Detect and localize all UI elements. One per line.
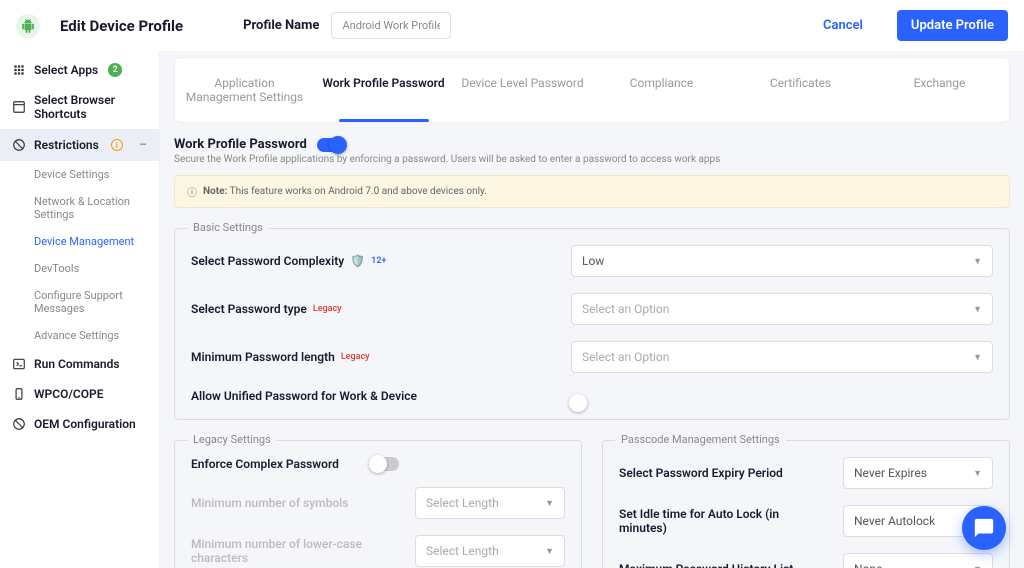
history-select[interactable]: None▼ bbox=[843, 553, 993, 568]
chevron-down-icon: ▼ bbox=[973, 352, 982, 363]
legacy-settings-fieldset: Legacy Settings Enforce Complex Password… bbox=[174, 440, 582, 568]
sidebar-label: OEM Configuration bbox=[34, 417, 136, 431]
tab-certificates[interactable]: Certificates bbox=[731, 58, 870, 122]
note-bar: ⓘ Note: This feature works on Android 7.… bbox=[174, 175, 1010, 208]
legend: Passcode Management Settings bbox=[615, 433, 786, 446]
apps-badge: 2 bbox=[108, 63, 122, 77]
enforce-label: Enforce Complex Password bbox=[191, 457, 371, 471]
device-icon bbox=[12, 387, 26, 401]
complexity-select[interactable]: Low▼ bbox=[571, 245, 993, 277]
expiry-select[interactable]: Never Expires▼ bbox=[843, 457, 993, 489]
legend: Basic Settings bbox=[187, 221, 269, 234]
legend: Legacy Settings bbox=[187, 433, 277, 446]
profile-name-input[interactable] bbox=[331, 12, 451, 39]
expiry-label: Select Password Expiry Period bbox=[619, 466, 799, 480]
tab-work-pwd[interactable]: Work Profile Password bbox=[314, 58, 453, 122]
tab-compliance[interactable]: Compliance bbox=[592, 58, 731, 122]
sidebar-label: WPCO/COPE bbox=[34, 387, 104, 401]
chat-fab[interactable] bbox=[962, 506, 1006, 550]
min-lower-label: Minimum number of lower-case characters bbox=[191, 537, 371, 565]
sidebar-oem[interactable]: OEM Configuration bbox=[0, 409, 159, 439]
header: Edit Device Profile Profile Name Cancel … bbox=[0, 0, 1024, 51]
terminal-icon bbox=[12, 357, 26, 371]
browser-icon bbox=[12, 100, 26, 114]
idle-label: Set Idle time for Auto Lock (in minutes) bbox=[619, 507, 799, 535]
legacy-tag: Legacy bbox=[313, 304, 342, 314]
profile-name-label: Profile Name bbox=[243, 18, 319, 33]
sub-device-mgmt[interactable]: Device Management bbox=[24, 228, 159, 255]
apps-icon bbox=[12, 63, 26, 77]
block-icon bbox=[12, 138, 26, 152]
chevron-down-icon: ▼ bbox=[973, 256, 982, 267]
chevron-down-icon: ▼ bbox=[545, 498, 554, 509]
sub-devtools[interactable]: DevTools bbox=[24, 255, 159, 282]
min-symbols-select[interactable]: Select Length▼ bbox=[415, 487, 565, 519]
tab-app-mgmt[interactable]: Application Management Settings bbox=[175, 58, 314, 122]
sidebar-label: Restrictions bbox=[34, 138, 99, 152]
update-profile-button[interactable]: Update Profile bbox=[897, 10, 1008, 41]
chevron-down-icon: ▼ bbox=[973, 564, 982, 568]
legacy-tag: Legacy bbox=[341, 352, 370, 362]
enforce-toggle[interactable] bbox=[371, 457, 399, 471]
chevron-down-icon: ▼ bbox=[973, 468, 982, 479]
sub-device-settings[interactable]: Device Settings bbox=[24, 161, 159, 188]
chevron-down-icon: ▼ bbox=[545, 546, 554, 557]
pwd-type-select[interactable]: Select an Option▼ bbox=[571, 293, 993, 325]
pwd-type-label: Select Password type Legacy bbox=[191, 302, 571, 316]
sidebar-select-apps[interactable]: Select Apps 2 bbox=[0, 55, 159, 85]
history-label: Maximum Password History List bbox=[619, 562, 799, 568]
sidebar-label: Run Commands bbox=[34, 357, 120, 371]
sub-advance[interactable]: Advance Settings bbox=[24, 322, 159, 349]
content: Application Management Settings Work Pro… bbox=[160, 51, 1024, 568]
sub-support[interactable]: Configure Support Messages bbox=[24, 282, 159, 322]
note-text: This feature works on Android 7.0 and ab… bbox=[227, 186, 487, 197]
info-icon: i bbox=[111, 139, 123, 151]
sidebar-browser-shortcuts[interactable]: Select Browser Shortcuts bbox=[0, 85, 159, 129]
cancel-button[interactable]: Cancel bbox=[823, 18, 863, 33]
info-icon: ⓘ bbox=[187, 184, 197, 199]
sidebar-run-commands[interactable]: Run Commands bbox=[0, 349, 159, 379]
unified-label: Allow Unified Password for Work & Device bbox=[191, 389, 571, 403]
section-toggle[interactable] bbox=[317, 138, 345, 152]
shield-icon: 🛡️ bbox=[350, 254, 365, 268]
tab-exchange[interactable]: Exchange bbox=[870, 58, 1009, 122]
block-icon bbox=[12, 417, 26, 431]
tab-device-pwd[interactable]: Device Level Password bbox=[453, 58, 592, 122]
sidebar-wpco[interactable]: WPCO/COPE bbox=[0, 379, 159, 409]
min-lower-select[interactable]: Select Length▼ bbox=[415, 535, 565, 567]
sidebar-restrictions[interactable]: Restrictions i − bbox=[0, 129, 159, 161]
min-len-select[interactable]: Select an Option▼ bbox=[571, 341, 993, 373]
version-tag: 12+ bbox=[371, 256, 386, 266]
min-len-label: Minimum Password length Legacy bbox=[191, 350, 571, 364]
chevron-down-icon: ▼ bbox=[973, 304, 982, 315]
sidebar-label: Select Browser Shortcuts bbox=[34, 93, 147, 121]
section-desc: Secure the Work Profile applications by … bbox=[174, 154, 1010, 165]
basic-settings-fieldset: Basic Settings Select Password Complexit… bbox=[174, 228, 1010, 420]
complexity-label: Select Password Complexity 🛡️ 12+ bbox=[191, 254, 571, 268]
sidebar: Select Apps 2 Select Browser Shortcuts R… bbox=[0, 51, 160, 568]
tabs: Application Management Settings Work Pro… bbox=[174, 57, 1010, 123]
passcode-settings-fieldset: Passcode Management Settings Select Pass… bbox=[602, 440, 1010, 568]
section-title: Work Profile Password bbox=[174, 137, 307, 152]
page-title: Edit Device Profile bbox=[60, 17, 183, 35]
note-prefix: Note: bbox=[203, 186, 227, 197]
sidebar-label: Select Apps bbox=[34, 63, 98, 77]
min-symbols-label: Minimum number of symbols bbox=[191, 496, 371, 510]
android-logo bbox=[16, 14, 40, 38]
sub-network[interactable]: Network & Location Settings bbox=[24, 188, 159, 228]
collapse-icon[interactable]: − bbox=[139, 137, 147, 153]
